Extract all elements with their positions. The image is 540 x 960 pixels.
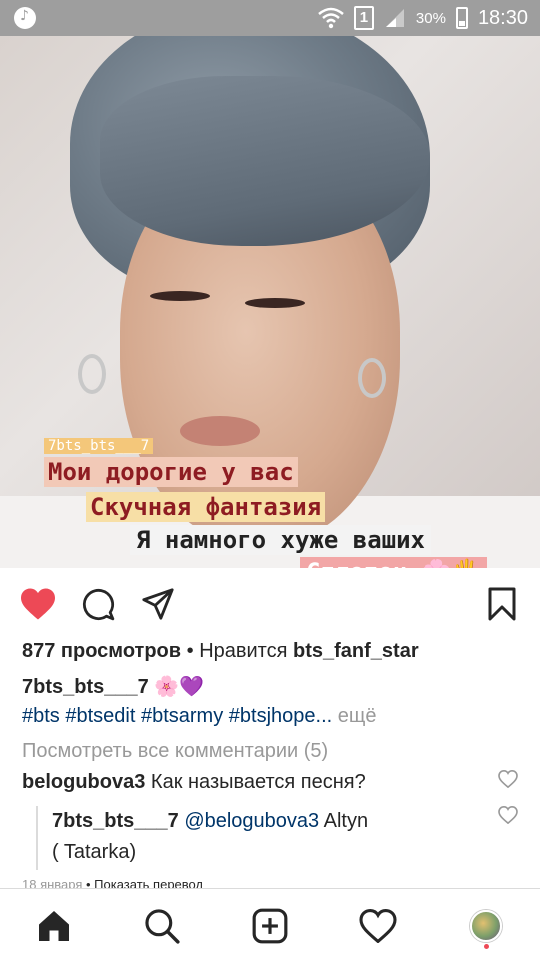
overlay-username: 7bts_bts___7 <box>44 438 154 454</box>
nav-activity[interactable] <box>356 904 400 948</box>
music-notification-icon <box>14 7 36 29</box>
comment-icon <box>82 588 115 621</box>
reply-1-like-button[interactable] <box>498 805 520 828</box>
views-count[interactable]: 877 просмотров <box>22 640 181 662</box>
caption-line: 7bts_bts___7 🌸💜 <box>22 674 204 699</box>
comment-1-text: Как называется песня? <box>145 771 366 793</box>
nav-search[interactable] <box>140 904 184 948</box>
status-icons: 1 30% 18:30 <box>318 0 528 36</box>
overlay-line-3: Я намного хуже ваших <box>130 525 431 555</box>
notification-dot <box>484 944 489 949</box>
right-earring-shape <box>358 358 386 398</box>
nav-profile[interactable] <box>464 904 508 949</box>
hashtags-line: #bts #btsedit #btsarmy #btsjhope... ещё <box>22 705 376 728</box>
home-icon <box>39 911 69 941</box>
status-bar: 1 30% 18:30 <box>0 0 540 36</box>
avatar <box>470 910 502 942</box>
share-button[interactable] <box>138 584 178 624</box>
heart-outline-icon <box>498 805 518 825</box>
comment-button[interactable] <box>78 584 118 624</box>
battery-icon <box>455 7 468 29</box>
reply-1-text-cont: ( Tatarka) <box>52 841 137 863</box>
search-icon <box>145 909 180 944</box>
more-button[interactable]: ещё <box>338 705 377 727</box>
reply-1-text: Altyn <box>319 810 369 832</box>
post-author[interactable]: 7bts_bts___7 <box>22 676 149 698</box>
caption-emoji: 🌸💜 <box>148 676 205 698</box>
clock: 18:30 <box>477 6 528 29</box>
nav-new-post[interactable] <box>248 904 292 948</box>
reply-1-mention[interactable]: @belogubova3 <box>184 810 319 832</box>
save-button[interactable] <box>482 584 522 624</box>
view-all-comments-link[interactable]: Посмотреть все комментарии (5) <box>22 740 328 763</box>
comment-1-like-button[interactable] <box>498 769 520 792</box>
left-earring-shape <box>78 354 106 394</box>
like-button[interactable] <box>18 584 58 624</box>
bookmark-icon <box>488 587 516 621</box>
post-video[interactable]: 7bts_bts___7 Мои дорогие у вас Скучная ф… <box>0 36 540 568</box>
heart-outline-icon <box>498 769 518 789</box>
comment-1-user[interactable]: belogubova3 <box>22 771 145 793</box>
reply-1: 7bts_bts___7 @belogubova3 Altyn <box>52 810 368 833</box>
reply-thread-line <box>36 806 38 870</box>
nav-home[interactable] <box>32 904 76 948</box>
signal-icon <box>385 9 404 27</box>
lips-shape <box>180 416 260 446</box>
post-action-bar <box>0 568 540 638</box>
overlay-line-4: Сплетен.🌸🖐 <box>300 557 488 568</box>
plus-square-icon <box>252 908 288 944</box>
hashtags[interactable]: #bts #btsedit #btsarmy #btsjhope <box>22 705 316 727</box>
heart-filled-icon <box>21 588 55 620</box>
sim-icon: 1 <box>353 6 374 30</box>
left-eye-shape <box>150 291 210 301</box>
reply-1-user[interactable]: 7bts_bts___7 <box>52 810 179 832</box>
overlay-line-2: Скучная фантазия <box>86 492 326 522</box>
right-eye-shape <box>245 298 305 308</box>
battery-percent: 30% <box>415 9 446 27</box>
bottom-navigation <box>0 888 540 960</box>
liked-by-user[interactable]: bts_fanf_star <box>293 640 419 662</box>
heart-outline-icon <box>359 909 397 943</box>
wifi-icon <box>318 7 344 29</box>
overlay-line-1: Мои дорогие у вас <box>44 457 298 487</box>
more-ellipsis: ... <box>315 705 333 727</box>
paper-plane-icon <box>142 588 174 620</box>
comment-1: belogubova3 Как называется песня? <box>22 771 366 794</box>
liked-by-prefix: • Нравится <box>181 640 294 662</box>
views-likes-line: 877 просмотров • Нравится bts_fanf_star <box>22 640 419 663</box>
